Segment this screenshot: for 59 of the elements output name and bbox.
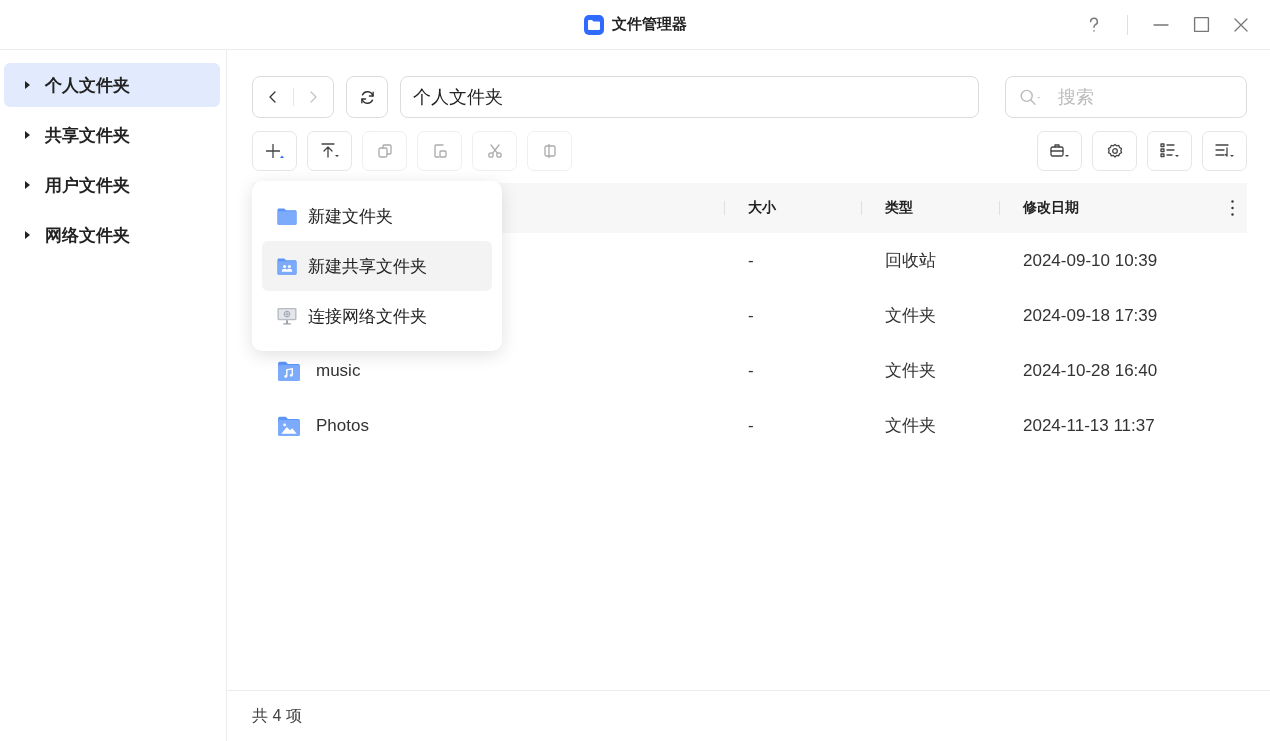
size-cell-text: - xyxy=(747,250,755,271)
type-cell-text: 文件夹 xyxy=(884,415,937,437)
expand-caret-icon xyxy=(24,180,31,190)
minimize-icon xyxy=(1152,23,1170,26)
menu-item[interactable]: 新建共享文件夹 xyxy=(262,241,492,291)
window-title: 文件管理器 xyxy=(611,15,687,34)
plus-icon xyxy=(264,142,285,160)
paste-icon xyxy=(431,143,448,159)
sort-button[interactable] xyxy=(1202,131,1247,171)
tools-button[interactable] xyxy=(1037,131,1082,171)
refresh-icon xyxy=(358,88,376,106)
sidebar-item[interactable]: 个人文件夹 xyxy=(4,63,220,107)
file-name[interactable]: music xyxy=(316,360,361,381)
copy-icon xyxy=(376,143,393,159)
briefcase-icon xyxy=(1049,142,1070,160)
sidebar-item[interactable]: 共享文件夹 xyxy=(4,113,220,157)
expand-caret-icon xyxy=(24,80,31,90)
sort-icon xyxy=(1214,142,1235,160)
item-count: 共 4 项 xyxy=(252,705,302,726)
refresh-button[interactable] xyxy=(346,76,388,118)
menu-item[interactable]: 连接网络文件夹 xyxy=(262,291,492,341)
maximize-icon xyxy=(1192,16,1210,33)
column-header[interactable]: 大小 xyxy=(748,199,776,217)
monitor-icon xyxy=(276,306,298,326)
date-cell-text: 2024-11-13 11:37 xyxy=(1022,415,1156,436)
file-name[interactable]: Photos xyxy=(316,415,369,436)
more-icon xyxy=(1230,200,1234,216)
scissors-icon xyxy=(486,143,503,159)
column-header[interactable]: 类型 xyxy=(885,199,913,217)
type-cell-text: 文件夹 xyxy=(884,360,937,382)
path-field[interactable]: 个人文件夹 xyxy=(400,76,979,118)
list-view-icon xyxy=(1159,142,1180,160)
menu-item[interactable]: 新建文件夹 xyxy=(262,191,492,241)
date-cell-text: 2024-10-28 16:40 xyxy=(1022,360,1159,381)
sidebar-item[interactable]: 用户文件夹 xyxy=(4,163,220,207)
sidebar-item[interactable]: 网络文件夹 xyxy=(4,213,220,257)
settings-button[interactable] xyxy=(1092,131,1137,171)
expand-caret-icon xyxy=(24,230,31,240)
upload-icon xyxy=(319,142,340,160)
add-button[interactable] xyxy=(252,131,297,171)
search-icon xyxy=(1019,88,1041,106)
date-cell-text: 2024-09-18 17:39 xyxy=(1022,305,1159,326)
search-field[interactable]: 搜索 xyxy=(1005,76,1247,118)
move-icon xyxy=(541,143,558,159)
column-header[interactable]: 修改日期 xyxy=(1023,199,1079,217)
settings-icon xyxy=(1106,143,1123,159)
view-button[interactable] xyxy=(1147,131,1192,171)
size-cell-text: - xyxy=(747,415,755,436)
app-folder-icon xyxy=(583,14,604,35)
upload-button[interactable] xyxy=(307,131,352,171)
size-cell-text: - xyxy=(747,360,755,381)
close-icon xyxy=(1233,16,1249,33)
date-cell-text: 2024-09-10 10:39 xyxy=(1022,250,1159,271)
shared-folder-icon xyxy=(276,256,298,276)
expand-caret-icon xyxy=(24,130,31,140)
type-cell-text: 文件夹 xyxy=(884,305,937,327)
size-cell-text: - xyxy=(747,305,755,326)
folder-icon xyxy=(276,206,298,226)
type-cell-text: 回收站 xyxy=(884,250,937,272)
